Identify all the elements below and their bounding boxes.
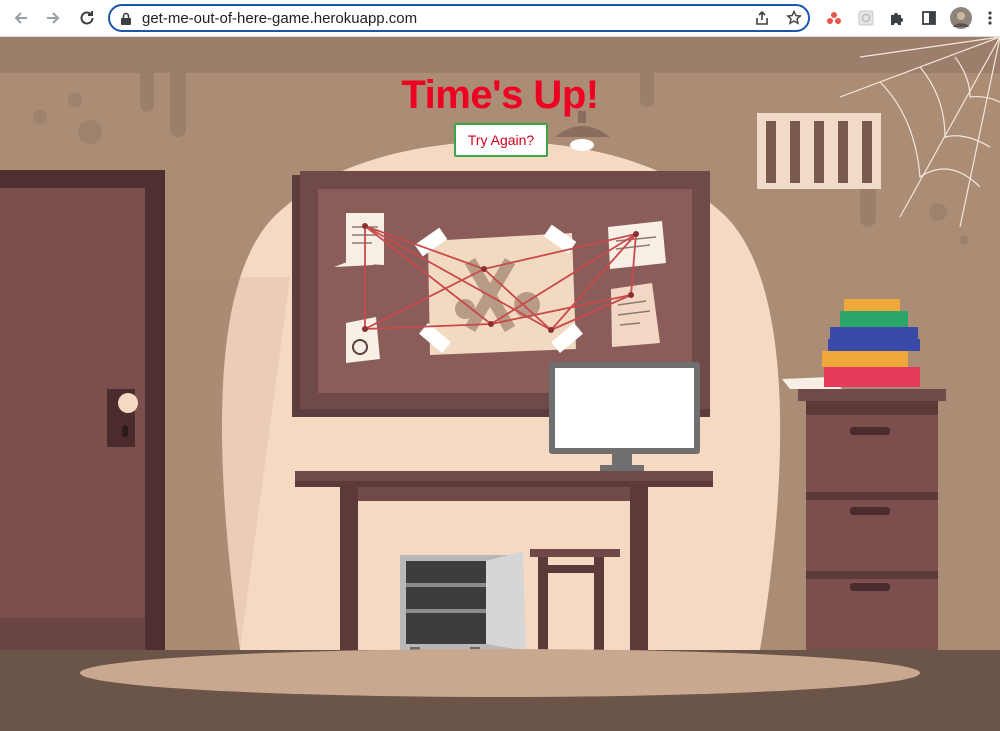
- profile-avatar[interactable]: [949, 6, 973, 30]
- reload-button[interactable]: [76, 7, 98, 29]
- browser-toolbar: get-me-out-of-here-game.herokuapp.com: [0, 0, 1000, 37]
- cabinet-top: [798, 389, 946, 401]
- treasure-map: [428, 233, 576, 355]
- desk: [295, 471, 713, 481]
- door-knob[interactable]: [118, 393, 138, 413]
- stool: [530, 549, 620, 557]
- url-text: get-me-out-of-here-game.herokuapp.com: [142, 10, 418, 27]
- game-viewport: Time's Up! Try Again?: [0, 37, 1000, 731]
- reload-icon: [80, 11, 94, 25]
- share-icon[interactable]: [754, 10, 770, 26]
- bookmark-star-icon[interactable]: [786, 10, 802, 26]
- side-panel-icon[interactable]: [918, 7, 940, 29]
- try-again-button[interactable]: Try Again?: [454, 123, 548, 157]
- cabinet[interactable]: [806, 401, 938, 651]
- extension-red-icon[interactable]: [823, 7, 845, 29]
- safe-door[interactable]: [486, 551, 526, 651]
- address-bar[interactable]: get-me-out-of-here-game.herokuapp.com: [108, 4, 810, 32]
- extension-grey-icon[interactable]: [855, 7, 877, 29]
- lock-icon: [121, 12, 131, 25]
- back-arrow-icon: [14, 12, 27, 24]
- monitor-screen[interactable]: [555, 368, 694, 448]
- back-button[interactable]: [10, 7, 32, 29]
- forward-arrow-icon: [47, 12, 60, 24]
- times-up-title: Time's Up!: [401, 73, 599, 117]
- browser-menu-icon[interactable]: [979, 7, 1000, 29]
- extensions-puzzle-icon[interactable]: [886, 7, 908, 29]
- forward-button[interactable]: [42, 7, 64, 29]
